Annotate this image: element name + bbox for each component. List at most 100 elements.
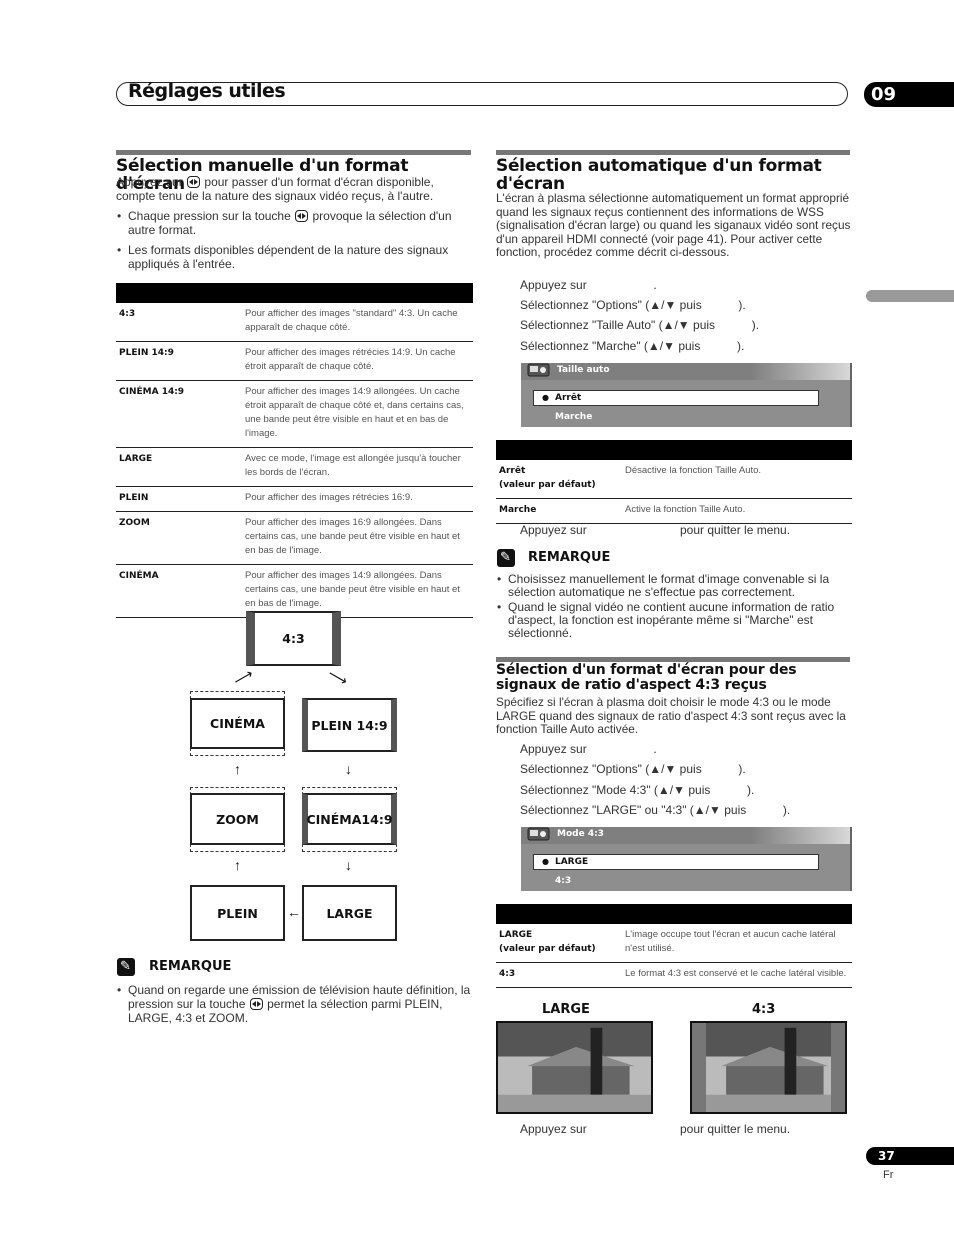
- row-value: Pour afficher des images 14:9 allongées.…: [242, 380, 473, 448]
- osd-option-selected[interactable]: LARGE: [533, 854, 819, 870]
- aspect-button-icon: [187, 176, 201, 188]
- row-value: L'image occupe tout l'écran et aucun cac…: [622, 924, 852, 963]
- remark-bullets: Choisissez manuellement le format d'imag…: [496, 573, 852, 646]
- intro-text-a: Appuyez sur: [116, 175, 183, 189]
- table-row: Arrêt (valeur par défaut) Désactive la fo…: [496, 460, 852, 499]
- section-bar: [496, 150, 850, 155]
- row-key: PLEIN: [116, 486, 242, 512]
- side-cache-left: [692, 1023, 706, 1112]
- side-cache-right: [831, 1023, 845, 1112]
- side-tab-marker: [866, 290, 954, 302]
- arrow-icon: ⟶: [325, 665, 351, 689]
- page-language: Fr: [883, 1169, 894, 1181]
- note-pencil-icon: [497, 549, 515, 567]
- bullet-item: Chaque pression sur la touche provoque l…: [116, 209, 472, 237]
- remote-control-icon: [527, 363, 550, 377]
- screen-4-3: 4:3: [246, 611, 341, 666]
- row-key: LARGE (valeur par défaut): [496, 924, 622, 963]
- osd-mode-4-3: Mode 4:3 LARGE 4:3: [521, 827, 852, 891]
- photo-label-4-3: 4:3: [752, 1002, 776, 1017]
- step-2: Sélectionnez "Options" (▲/▼ puis ).: [520, 762, 746, 776]
- arrow-left-icon: ←: [287, 904, 301, 920]
- osd-option-selected[interactable]: Arrêt: [533, 390, 819, 406]
- row-key: LARGE: [116, 447, 242, 487]
- bullet-item: Quand on regarde une émission de télévis…: [116, 983, 472, 1025]
- osd-titlebar: Taille auto: [521, 363, 850, 380]
- row-key: PLEIN 14:9: [116, 341, 242, 381]
- auto-table: Arrêt (valeur par défaut) Désactive la fo…: [496, 440, 852, 524]
- remark-bullets: Quand on regarde une émission de télévis…: [116, 983, 472, 1031]
- row-key: Arrêt (valeur par défaut): [496, 460, 622, 499]
- photo-large-example: [496, 1021, 653, 1114]
- step-4: Sélectionnez "Marche" (▲/▼ puis ).: [520, 339, 745, 353]
- osd-title: Mode 4:3: [557, 829, 604, 839]
- screen-zoom: ZOOM: [190, 793, 285, 845]
- screen-plein: PLEIN: [190, 885, 285, 941]
- row-value: Active la fonction Taille Auto.: [622, 498, 852, 524]
- osd-option[interactable]: Marche: [555, 412, 592, 422]
- bullet-item: Quand le signal vidéo ne contient aucune…: [496, 601, 852, 640]
- mode43-table: LARGE (valeur par défaut) L'image occupe …: [496, 904, 852, 988]
- step-2: Sélectionnez "Options" (▲/▼ puis ).: [520, 298, 746, 312]
- row-value: Désactive la fonction Taille Auto.: [622, 460, 852, 499]
- step-3: Sélectionnez "Mode 4:3" (▲/▼ puis ).: [520, 783, 755, 797]
- screen-cinema: CINÉMA: [190, 698, 285, 749]
- remark-title: REMARQUE: [149, 959, 232, 974]
- bullet-item: Choisissez manuellement le format d'imag…: [496, 573, 852, 599]
- row-key: ZOOM: [116, 511, 242, 565]
- aspect-button-icon: [249, 998, 263, 1010]
- section-bar: [116, 150, 471, 155]
- formats-table: 4:3 Pour afficher des images "standard" 4…: [116, 283, 473, 618]
- table-row: 4:3 Le format 4:3 est conservé et le cach…: [496, 962, 852, 988]
- row-value: Pour afficher des images "standard" 4:3.…: [242, 303, 473, 342]
- bullet-text: Chaque pression sur la touche: [128, 209, 291, 223]
- table-row: CINÉMA Pour afficher des images 14:9 allo…: [116, 564, 473, 618]
- table-header: [496, 440, 852, 460]
- arrow-up-icon: ↑: [234, 857, 241, 873]
- osd-option[interactable]: 4:3: [555, 876, 571, 886]
- manual-intro: Appuyez sur pour passer d'un format d'éc…: [116, 175, 472, 203]
- row-value: Pour afficher des images 16:9 allongées.…: [242, 511, 473, 565]
- exit-instruction-b: pour quitter le menu.: [680, 1122, 791, 1136]
- table-header: [496, 904, 852, 924]
- page-number: 37: [866, 1147, 954, 1165]
- step-1: Appuyez sur .: [520, 278, 657, 292]
- row-value: Pour afficher des images 14:9 allongées.…: [242, 564, 473, 618]
- house-photo-icon: [498, 1023, 651, 1112]
- row-key: Marche: [496, 498, 622, 524]
- exit-instruction-b: pour quitter le menu.: [680, 523, 791, 537]
- aspect-button-icon: [295, 210, 309, 222]
- step-4: Sélectionnez "LARGE" ou "4:3" (▲/▼ puis …: [520, 803, 791, 817]
- section-title-mode43: Sélection d'un format d'écran pour des s…: [496, 662, 797, 693]
- chapter-number: 09: [864, 82, 954, 107]
- bullet-item: Les formats disponibles dépendent de la …: [116, 243, 472, 271]
- exit-instruction-a: Appuyez sur: [520, 523, 587, 537]
- table-row: PLEIN 14:9 Pour afficher des images rétré…: [116, 341, 473, 381]
- row-value: Pour afficher des images rétrécies 16:9.: [242, 486, 473, 512]
- manual-bullets: Chaque pression sur la touche provoque l…: [116, 209, 472, 277]
- arrow-down-icon: ↓: [345, 761, 352, 777]
- osd-title: Taille auto: [557, 365, 610, 375]
- table-row: LARGE (valeur par défaut) L'image occupe …: [496, 924, 852, 963]
- step-1: Appuyez sur .: [520, 742, 657, 756]
- arrow-up-icon: ↑: [234, 761, 241, 777]
- table-row: LARGE Avec ce mode, l'image est allongée …: [116, 447, 473, 487]
- photo-4-3-example: [690, 1021, 847, 1114]
- step-3: Sélectionnez "Taille Auto" (▲/▼ puis ).: [520, 318, 760, 332]
- house-photo-icon: [692, 1023, 845, 1112]
- table-row: 4:3 Pour afficher des images "standard" 4…: [116, 303, 473, 342]
- table-row: CINÉMA 14:9 Pour afficher des images 14:9…: [116, 380, 473, 448]
- row-key: 4:3: [496, 962, 622, 988]
- row-value: Le format 4:3 est conservé et le cache l…: [622, 962, 852, 988]
- chapter-title: Réglages utiles: [128, 80, 286, 102]
- auto-intro: L'écran à plasma sélectionne automatique…: [496, 191, 851, 259]
- row-value: Pour afficher des images rétrécies 14:9.…: [242, 341, 473, 381]
- mode43-intro: Spécifiez si l'écran à plasma doit chois…: [496, 695, 846, 736]
- arrow-down-icon: ↓: [345, 857, 352, 873]
- table-row: ZOOM Pour afficher des images 16:9 allong…: [116, 511, 473, 565]
- row-key: CINÉMA 14:9: [116, 380, 242, 448]
- remote-control-icon: [527, 827, 550, 841]
- screen-large: LARGE: [302, 885, 397, 941]
- remark-title: REMARQUE: [528, 550, 611, 565]
- table-row: PLEIN Pour afficher des images rétrécies …: [116, 486, 473, 512]
